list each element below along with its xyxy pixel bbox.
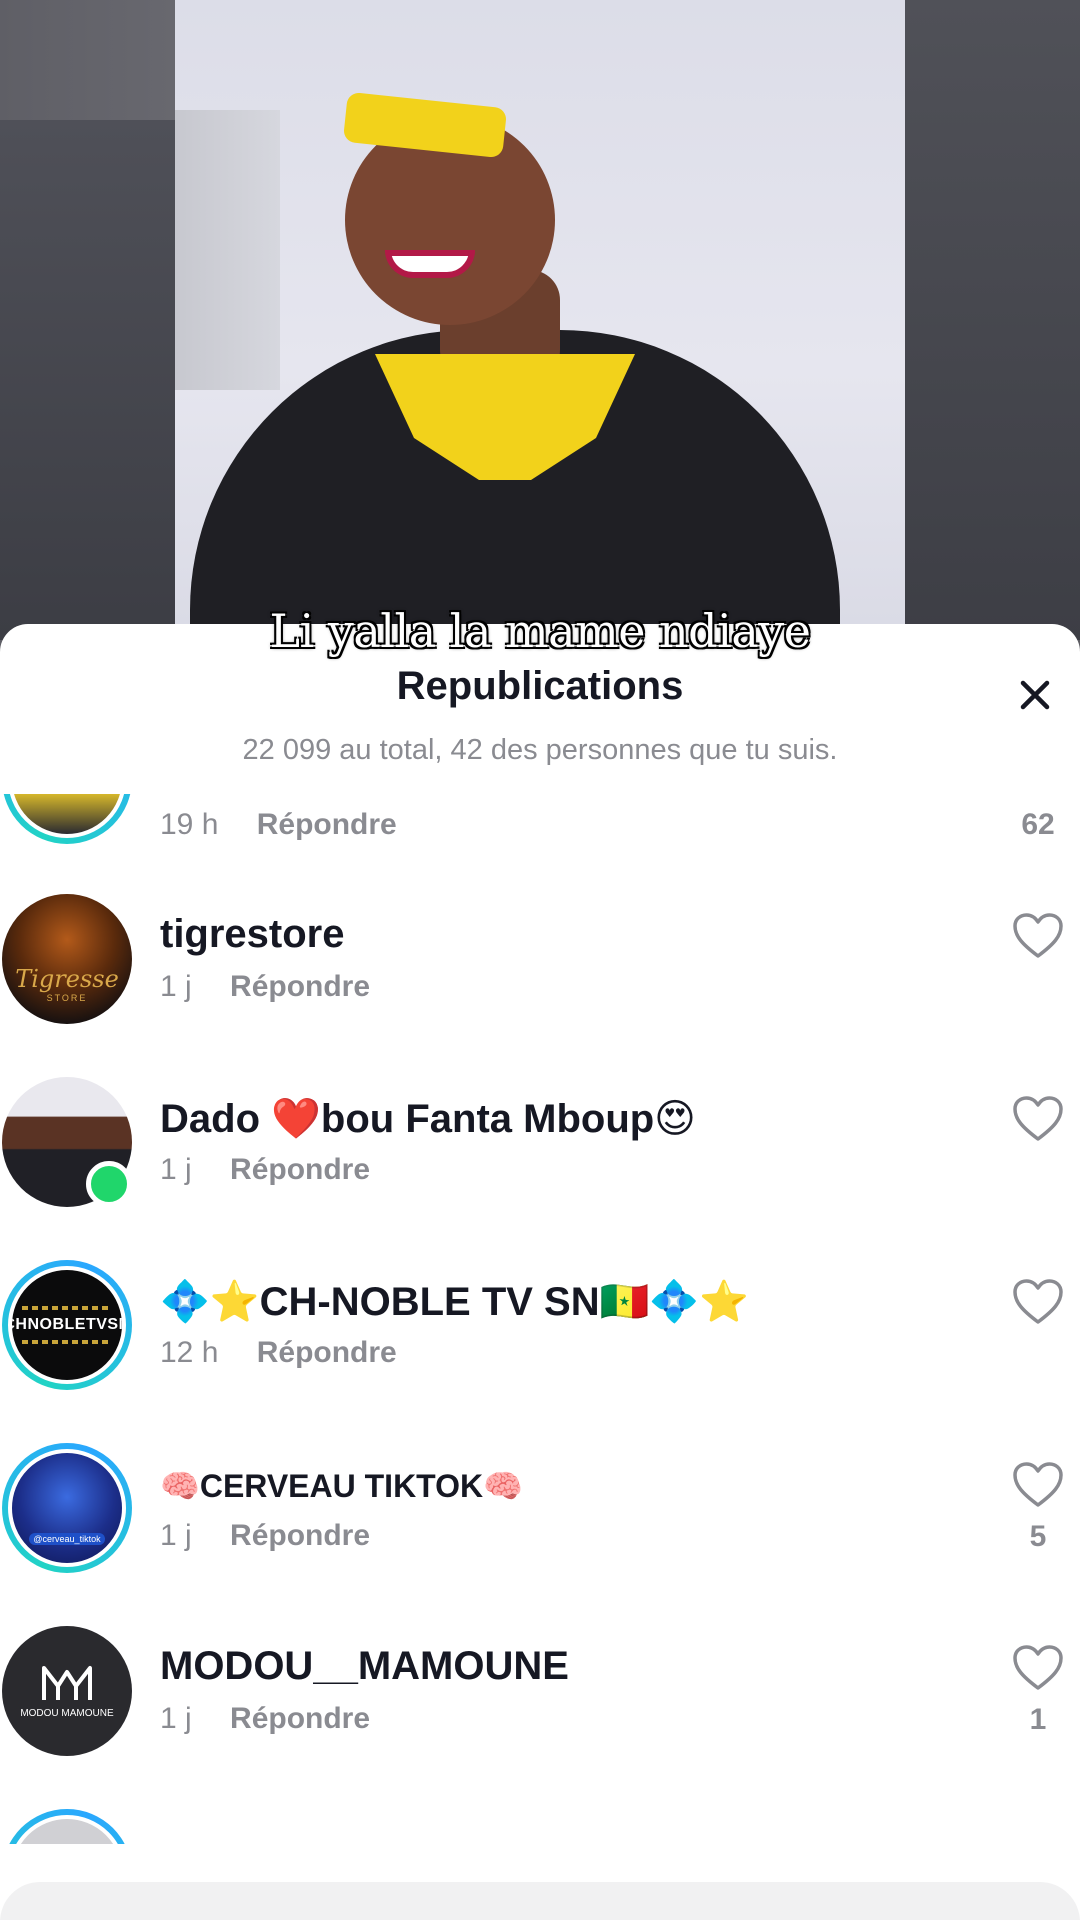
list-item-time: 1 j <box>160 1519 192 1552</box>
avatar-brand-text: MODOU MAMOUNE <box>20 1707 114 1719</box>
online-status-indicator <box>86 1161 132 1207</box>
avatar-image: @cerveau_tiktok <box>8 1449 126 1567</box>
avatar-stripe <box>22 1306 112 1310</box>
avatar[interactable]: MODOU MAMOUNE <box>2 1626 132 1756</box>
list-item-meta: 12 h Répondre <box>160 1336 397 1370</box>
avatar[interactable]: CHNOBLETVSN <box>2 1260 132 1390</box>
republications-sheet: Republications 22 099 au total, 42 des p… <box>0 624 1080 1920</box>
list-item[interactable]: Tigresse STORE tigrestore 1 j Répondre <box>0 894 1080 1077</box>
list-item[interactable]: 19 h Répondre 62 <box>0 794 1080 897</box>
heart-icon <box>1013 913 1063 958</box>
list-item[interactable]: MODOU MAMOUNE MODOU__MAMOUNE 1 j Répondr… <box>0 1626 1080 1809</box>
reply-button[interactable]: Répondre <box>257 808 397 841</box>
heart-icon <box>1013 1462 1063 1507</box>
avatar-image: Tigresse STORE <box>2 894 132 1024</box>
background-wall-left <box>0 120 180 640</box>
list-item-time: 12 h <box>160 1336 219 1369</box>
avatar-handle-text: @cerveau_tiktok <box>29 1533 105 1545</box>
avatar-image <box>8 794 126 838</box>
like-count: 62 <box>1008 808 1068 842</box>
avatar-image <box>8 1815 126 1844</box>
avatar-image: MODOU MAMOUNE <box>2 1626 132 1756</box>
close-icon <box>1020 680 1050 710</box>
comment-input-bar[interactable] <box>0 1882 1080 1920</box>
avatar-stripe <box>22 1340 112 1344</box>
avatar[interactable] <box>2 1809 132 1844</box>
heart-icon <box>1013 1645 1063 1690</box>
like-button[interactable] <box>1008 1278 1068 1337</box>
list-item-time: 19 h <box>160 808 219 841</box>
like-button[interactable]: 5 <box>1008 1461 1068 1554</box>
reply-button[interactable]: Répondre <box>230 970 370 1003</box>
close-button[interactable] <box>1012 672 1058 718</box>
list-item[interactable]: CHNOBLETVSN 💠⭐CH-NOBLE TV SN🇸🇳💠⭐ 12 h Ré… <box>0 1260 1080 1443</box>
avatar-brand-text: Tigresse <box>15 965 119 993</box>
video-player[interactable] <box>175 0 905 671</box>
like-count-value: 1 <box>1029 1703 1047 1736</box>
avatar[interactable]: @cerveau_tiktok <box>2 1443 132 1573</box>
video-backdrop-panel <box>175 110 280 390</box>
video-gold-headpiece <box>342 91 508 159</box>
like-count-value: 5 <box>1029 1520 1047 1553</box>
user-name[interactable]: 💠⭐CH-NOBLE TV SN🇸🇳💠⭐ <box>160 1278 749 1325</box>
user-name[interactable]: Dado ❤️bou Fanta Mboup😍 <box>160 1095 696 1142</box>
avatar-brand-text: CHNOBLETVSN <box>8 1316 126 1333</box>
list-item[interactable] <box>0 1809 1080 1844</box>
user-name[interactable]: MODOU__MAMOUNE <box>160 1644 569 1689</box>
list-item-meta: 1 j Répondre <box>160 1153 370 1187</box>
like-count-value: 62 <box>1021 808 1055 841</box>
list-item-meta: 1 j Répondre <box>160 1702 370 1736</box>
screen: Republications 22 099 au total, 42 des p… <box>0 0 1080 1920</box>
user-name[interactable]: tigrestore <box>160 912 345 957</box>
list-item-meta: 1 j Répondre <box>160 1519 370 1553</box>
reply-button[interactable]: Répondre <box>257 1336 397 1369</box>
sheet-title: Republications <box>396 664 684 708</box>
list-item[interactable]: @cerveau_tiktok 🧠CERVEAU TIKTOK🧠 1 j Rép… <box>0 1443 1080 1626</box>
user-name[interactable]: 🧠CERVEAU TIKTOK🧠 <box>160 1467 523 1505</box>
avatar-brand-subtext: STORE <box>46 993 88 1003</box>
list-item-meta: 19 h Répondre <box>160 808 397 842</box>
video-caption: Li yalla la mame ndiaye <box>269 604 811 658</box>
reply-button[interactable]: Répondre <box>230 1702 370 1735</box>
reply-button[interactable]: Répondre <box>230 1519 370 1552</box>
list-item[interactable]: Dado ❤️bou Fanta Mboup😍 1 j Répondre <box>0 1077 1080 1260</box>
list-item-time: 1 j <box>160 1702 192 1735</box>
avatar-image: CHNOBLETVSN <box>8 1266 126 1384</box>
like-button[interactable] <box>1008 1095 1068 1154</box>
avatar[interactable] <box>2 1077 132 1207</box>
avatar[interactable]: Tigresse STORE <box>2 894 132 1024</box>
like-button[interactable] <box>1008 912 1068 971</box>
heart-icon <box>1013 1279 1063 1324</box>
list-item-time: 1 j <box>160 970 192 1003</box>
heart-icon <box>1013 1096 1063 1141</box>
background-wall-right <box>905 0 1080 640</box>
reply-button[interactable]: Répondre <box>230 1153 370 1186</box>
list-item-meta: 1 j Répondre <box>160 970 370 1004</box>
avatar[interactable] <box>2 794 132 844</box>
like-button[interactable]: 1 <box>1008 1644 1068 1737</box>
republications-list[interactable]: 19 h Répondre 62 Tigresse STORE tigresto… <box>0 794 1080 1844</box>
list-item-time: 1 j <box>160 1153 192 1186</box>
sheet-subtitle: 22 099 au total, 42 des personnes que tu… <box>242 734 838 766</box>
video-person-smile <box>385 250 475 278</box>
mm-logo-icon <box>42 1665 92 1700</box>
